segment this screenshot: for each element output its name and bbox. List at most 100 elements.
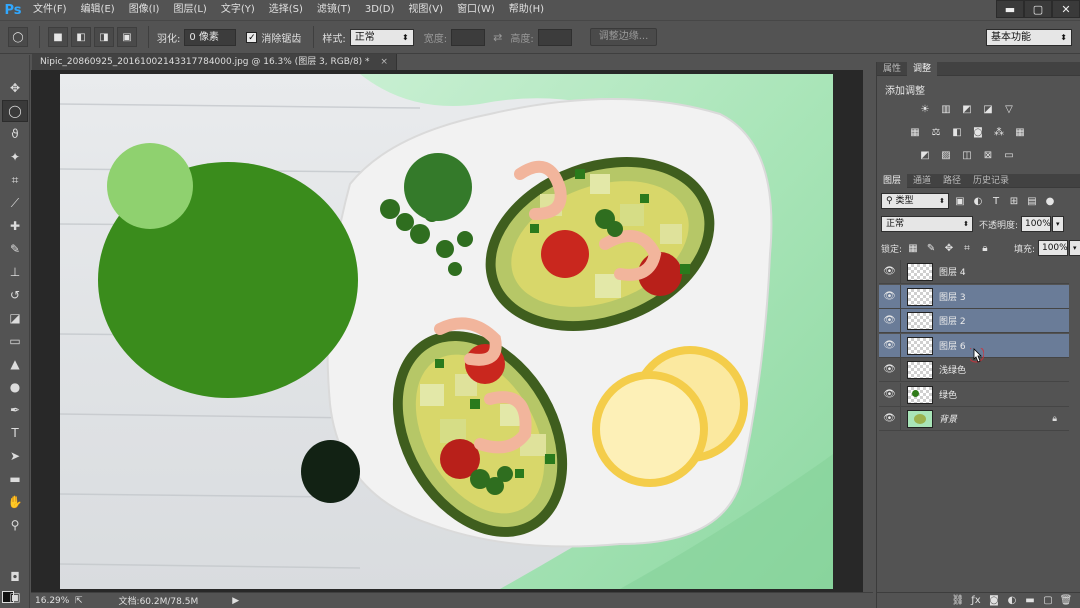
posterize-icon[interactable]: ▨ — [938, 148, 954, 162]
gradient-tool-icon[interactable]: ▭ — [2, 330, 28, 352]
smart-object-filter-icon[interactable]: ▤ — [1025, 194, 1039, 208]
dark-green-circle-layer[interactable] — [301, 440, 360, 503]
history-brush-tool-icon[interactable]: ↺ — [2, 284, 28, 306]
feather-input[interactable]: 0 像素 — [184, 28, 237, 46]
threshold-icon[interactable]: ◫ — [959, 148, 975, 162]
quick-mask-icon[interactable]: ◘ — [2, 566, 28, 588]
menu-3d[interactable]: 3D(D) — [358, 0, 402, 20]
eyedropper-tool-icon[interactable]: ⟋ — [2, 192, 28, 214]
brightness-icon[interactable]: ☀ — [917, 102, 933, 116]
zoom-level[interactable]: 16.29% — [35, 596, 73, 606]
menu-help[interactable]: 帮助(H) — [502, 0, 551, 20]
swap-icon[interactable]: ⇄ — [493, 31, 502, 44]
type-filter-icon[interactable]: T — [989, 194, 1003, 208]
menu-select[interactable]: 选择(S) — [262, 0, 310, 20]
menu-layer[interactable]: 图层(L) — [166, 0, 213, 20]
delete-layer-icon[interactable]: 🗑︎ — [1057, 595, 1075, 606]
layer-row[interactable]: 👁︎ 图层 3 — [879, 284, 1069, 309]
tab-adjustments[interactable]: 调整 — [907, 62, 938, 76]
curves-icon[interactable]: ◩ — [959, 102, 975, 116]
document-tab[interactable]: Nipic_20860925_20161002143317784000.jpg … — [32, 54, 397, 70]
menu-image[interactable]: 图像(I) — [122, 0, 167, 20]
eye-icon[interactable]: 👁︎ — [879, 382, 901, 407]
close-icon[interactable]: × — [380, 57, 388, 67]
light-green-circle-layer[interactable] — [107, 143, 193, 229]
zoom-tool-icon[interactable]: ⚲ — [2, 514, 28, 536]
tab-paths[interactable]: 路径 — [937, 174, 967, 188]
opacity-dropdown-icon[interactable]: ▾ — [1052, 216, 1065, 232]
opacity-input[interactable]: 100% — [1021, 216, 1052, 232]
new-adjustment-icon[interactable]: ◐ — [1003, 595, 1021, 606]
layer-filter-select[interactable]: ⚲ 类型 ⬍ — [881, 193, 949, 209]
lock-transparent-icon[interactable]: ▦ — [906, 241, 920, 255]
menu-filter[interactable]: 滤镜(T) — [310, 0, 358, 20]
pixel-filter-icon[interactable]: ▣ — [953, 194, 967, 208]
eye-icon[interactable]: 👁︎ — [879, 284, 901, 309]
shape-tool-icon[interactable]: ▬ — [2, 468, 28, 490]
tab-channels[interactable]: 通道 — [907, 174, 937, 188]
lock-image-icon[interactable]: ✎ — [924, 241, 938, 255]
blend-mode-select[interactable]: 正常 ⬍ — [881, 216, 973, 232]
quick-select-tool-icon[interactable]: ✦ — [2, 146, 28, 168]
healing-brush-tool-icon[interactable]: ✚ — [2, 215, 28, 237]
invert-icon[interactable]: ◩ — [917, 148, 933, 162]
marquee-tool-icon[interactable]: ◯ — [2, 100, 28, 122]
image-canvas[interactable] — [60, 74, 833, 589]
elliptical-marquee-icon[interactable]: ◯ — [8, 27, 28, 47]
minimize-icon[interactable]: ▬ — [996, 0, 1024, 18]
type-tool-icon[interactable]: T — [2, 422, 28, 444]
subtract-selection-icon[interactable]: ◨ — [94, 27, 114, 47]
fill-input[interactable]: 100% — [1037, 240, 1068, 256]
export-icon[interactable]: ⇱ — [75, 596, 83, 606]
new-group-icon[interactable]: ▬ — [1021, 595, 1039, 606]
new-layer-icon[interactable]: ▢ — [1039, 595, 1057, 606]
width-input[interactable] — [451, 28, 486, 46]
workspace-select[interactable]: 基本功能 ⬍ — [986, 29, 1072, 46]
selective-color-icon[interactable]: ▭ — [1001, 148, 1017, 162]
eye-icon[interactable]: 👁︎ — [879, 308, 901, 333]
channel-mixer-icon[interactable]: ⁂ — [991, 125, 1007, 139]
color-lookup-icon[interactable]: ▦ — [1012, 125, 1028, 139]
style-select[interactable]: 正常 ⬍ — [349, 28, 414, 46]
lock-artboard-icon[interactable]: ⌗ — [960, 241, 974, 255]
layer-row[interactable]: 👁︎ 图层 2 — [879, 308, 1069, 333]
eye-icon[interactable]: 👁︎ — [879, 357, 901, 382]
screen-mode-icon[interactable]: ▣ — [2, 586, 28, 608]
lasso-tool-icon[interactable]: ϑ — [2, 123, 28, 145]
path-select-tool-icon[interactable]: ➤ — [2, 445, 28, 467]
menu-type[interactable]: 文字(Y) — [214, 0, 262, 20]
hand-tool-icon[interactable]: ✋ — [2, 491, 28, 513]
levels-icon[interactable]: ▥ — [938, 102, 954, 116]
layer-row[interactable]: 👁︎ 绿色 — [879, 382, 1069, 407]
gradient-map-icon[interactable]: ⊠ — [980, 148, 996, 162]
refine-edge-button[interactable]: 调整边缘... — [589, 28, 658, 46]
black-white-icon[interactable]: ◧ — [949, 125, 965, 139]
layer-row[interactable]: 👁︎ 背景 🔒︎ — [879, 406, 1069, 431]
tab-history[interactable]: 历史记录 — [967, 174, 1015, 188]
pen-tool-icon[interactable]: ✒ — [2, 399, 28, 421]
eraser-tool-icon[interactable]: ◪ — [2, 307, 28, 329]
exposure-icon[interactable]: ◪ — [980, 102, 996, 116]
blur-tool-icon[interactable]: ▲ — [2, 353, 28, 375]
vibrance-icon[interactable]: ▽ — [1001, 102, 1017, 116]
crop-tool-icon[interactable]: ⌗ — [2, 169, 28, 191]
layer-style-icon[interactable]: ƒx — [967, 595, 985, 606]
brush-tool-icon[interactable]: ✎ — [2, 238, 28, 260]
shape-filter-icon[interactable]: ⊞ — [1007, 194, 1021, 208]
add-selection-icon[interactable]: ◧ — [71, 27, 91, 47]
layer-row[interactable]: 👁︎ 图层 4 — [879, 259, 1069, 284]
filter-toggle-icon[interactable]: ● — [1043, 194, 1057, 208]
add-mask-icon[interactable]: ◙ — [985, 595, 1003, 606]
tab-layers[interactable]: 图层 — [877, 174, 908, 188]
close-icon[interactable]: ✕ — [1052, 0, 1080, 18]
status-menu-arrow-icon[interactable]: ▶ — [232, 596, 239, 606]
lock-all-icon[interactable]: 🔒︎ — [978, 241, 992, 255]
eye-icon[interactable]: 👁︎ — [879, 333, 901, 358]
stamp-tool-icon[interactable]: ⊥ — [2, 261, 28, 283]
height-input[interactable] — [537, 28, 572, 46]
eye-icon[interactable]: 👁︎ — [879, 406, 901, 431]
lock-position-icon[interactable]: ✥ — [942, 241, 956, 255]
antialias-checkbox[interactable]: ✓ — [246, 31, 258, 43]
dodge-tool-icon[interactable]: ● — [2, 376, 28, 398]
move-tool-icon[interactable]: ✥ — [2, 77, 28, 99]
